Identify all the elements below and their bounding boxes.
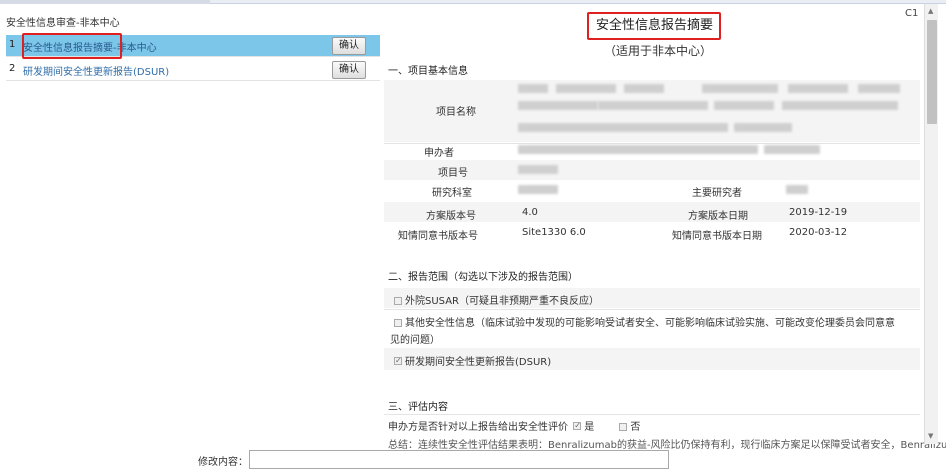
redacted-text [782, 101, 898, 110]
row-divider [384, 309, 920, 310]
applicant-label: 申办者 [424, 148, 454, 159]
redacted-text [858, 84, 900, 93]
project-no-label: 项目号 [438, 168, 468, 179]
scope-option-other[interactable]: 其他安全性信息（临床试验中发现的可能影响受试者安全、可能影响临床试验实施、可能改… [394, 314, 895, 329]
evaluation-conclusion: 总结：连续性安全性评估结果表明：Benralizumab的获益-风险比仍保持有利… [388, 440, 946, 451]
report-subtitle: （适用于非本中心） [604, 44, 713, 58]
section-heading: 三、评估内容 [388, 402, 448, 413]
item-number: 1 [9, 39, 16, 50]
page-number: C1 [905, 8, 919, 19]
yes-label: 是 [584, 422, 595, 433]
scroll-down-arrow-icon[interactable]: ▼ [928, 432, 933, 440]
protocol-date-value: 2019-12-19 [789, 207, 848, 218]
redacted-text [556, 84, 616, 93]
evaluation-question: 申办方是否针对以上报告给出安全性评价 是 否 [388, 418, 640, 433]
report-document: 安全性信息报告摘要 （适用于非本中心） 一、项目基本信息 项目名称 申办者 项目… [384, 4, 946, 451]
highlight-box [587, 12, 721, 40]
row-divider [384, 414, 920, 415]
highlight-box [22, 33, 122, 59]
confirm-button[interactable]: 确认 [332, 37, 366, 55]
scope-option-label: 其他安全性信息（临床试验中发现的可能影响受试者安全、可能影响临床试验实施、可能改… [405, 318, 895, 329]
icf-version-label: 知情同意书版本号 [398, 231, 478, 242]
modify-content-input[interactable] [249, 450, 669, 469]
redacted-text [714, 101, 774, 110]
icf-date-value: 2020-03-12 [789, 227, 848, 238]
checkbox[interactable] [394, 319, 402, 327]
section-heading: 一、项目基本信息 [388, 66, 468, 77]
scope-option-dsur[interactable]: 研发期间安全性更新报告(DSUR) [394, 353, 551, 368]
scope-option-other-line2: 见的问题） [390, 335, 440, 346]
left-panel: 安全性信息审查-非本中心 1 安全性信息报告摘要-非本中心 确认 2 研发期间安… [0, 4, 382, 444]
item-label[interactable]: 研发期间安全性更新报告(DSUR) [23, 63, 169, 78]
scope-option-label: 研发期间安全性更新报告(DSUR) [405, 357, 552, 368]
list-item-dsur[interactable]: 2 研发期间安全性更新报告(DSUR) 确认 [6, 59, 380, 81]
protocol-version-value: 4.0 [522, 207, 538, 218]
scroll-up-arrow-icon[interactable]: ▲ [928, 7, 933, 15]
row-divider [384, 143, 920, 144]
no-label: 否 [630, 422, 641, 433]
checkbox[interactable] [394, 297, 402, 305]
scope-option-label: 外院SUSAR（可疑且非预期严重不良反应） [405, 296, 599, 307]
redacted-text [788, 84, 848, 93]
redacted-text [734, 123, 792, 132]
modify-content-label: 修改内容： [198, 457, 248, 468]
protocol-version-label: 方案版本号 [426, 211, 476, 222]
project-name-label: 项目名称 [436, 107, 476, 118]
redacted-text [624, 84, 664, 93]
scope-option-susar[interactable]: 外院SUSAR（可疑且非预期严重不良反应） [394, 292, 599, 307]
redacted-text [518, 165, 558, 174]
redacted-text [702, 84, 778, 93]
redacted-text [518, 84, 548, 93]
item-number: 2 [9, 63, 16, 74]
checkbox-no[interactable] [619, 423, 628, 431]
redacted-text [786, 185, 808, 194]
checkbox-checked[interactable] [394, 357, 402, 365]
redacted-text [764, 145, 820, 154]
section-heading: 二、报告范围（勾选以下涉及的报告范围） [388, 272, 578, 283]
redacted-text [598, 101, 708, 110]
question-text: 申办方是否针对以上报告给出安全性评价 [388, 422, 568, 433]
pi-label: 主要研究者 [692, 188, 742, 199]
redacted-text [518, 145, 758, 154]
redacted-text [518, 185, 558, 194]
scrollbar-thumb[interactable] [927, 20, 937, 124]
protocol-date-label: 方案版本日期 [688, 211, 748, 222]
confirm-button[interactable]: 确认 [332, 61, 366, 79]
icf-date-label: 知情同意书版本日期 [672, 231, 762, 242]
redacted-text [518, 101, 598, 110]
redacted-text [518, 123, 728, 132]
vertical-scrollbar[interactable]: ▲ ▼ [924, 4, 938, 444]
left-panel-title: 安全性信息审查-非本中心 [6, 18, 120, 29]
icf-version-value: Site1330 6.0 [522, 227, 586, 238]
checkbox-yes[interactable] [573, 422, 582, 430]
department-label: 研究科室 [432, 188, 472, 199]
